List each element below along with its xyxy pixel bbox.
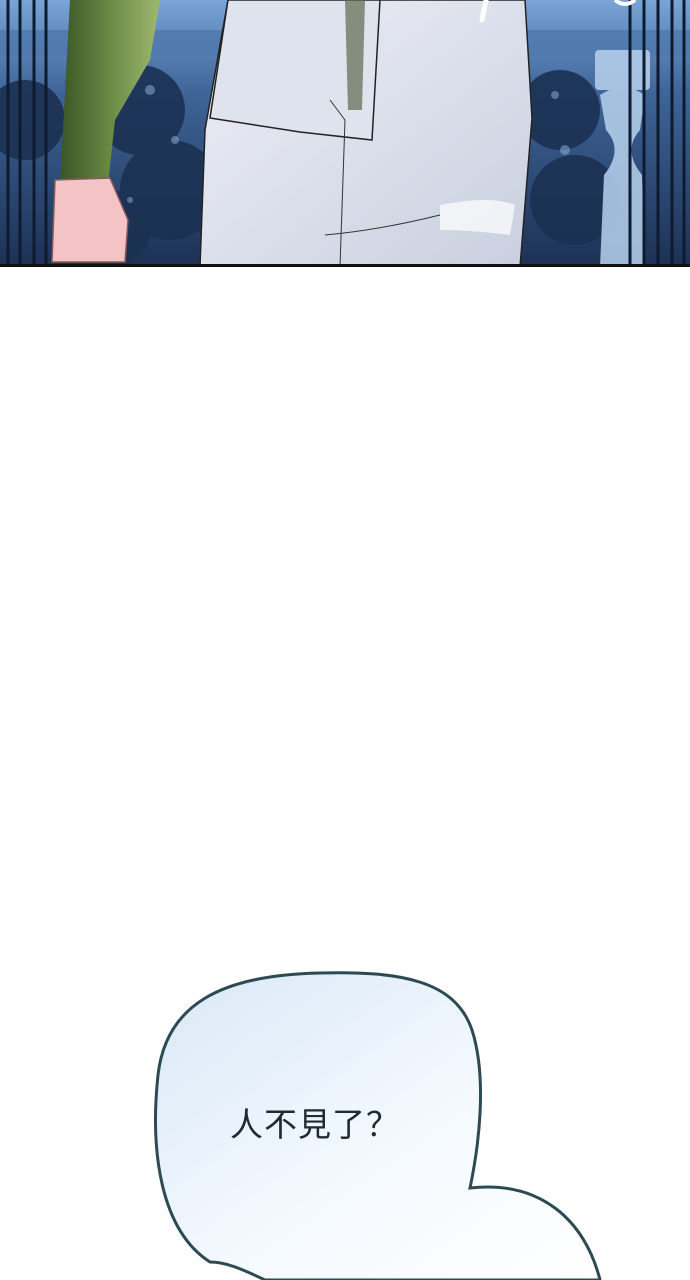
panel-illustration (0, 0, 690, 264)
speech-bubble-text: 人不見了？ (230, 1105, 400, 1144)
comic-panel (0, 0, 690, 267)
